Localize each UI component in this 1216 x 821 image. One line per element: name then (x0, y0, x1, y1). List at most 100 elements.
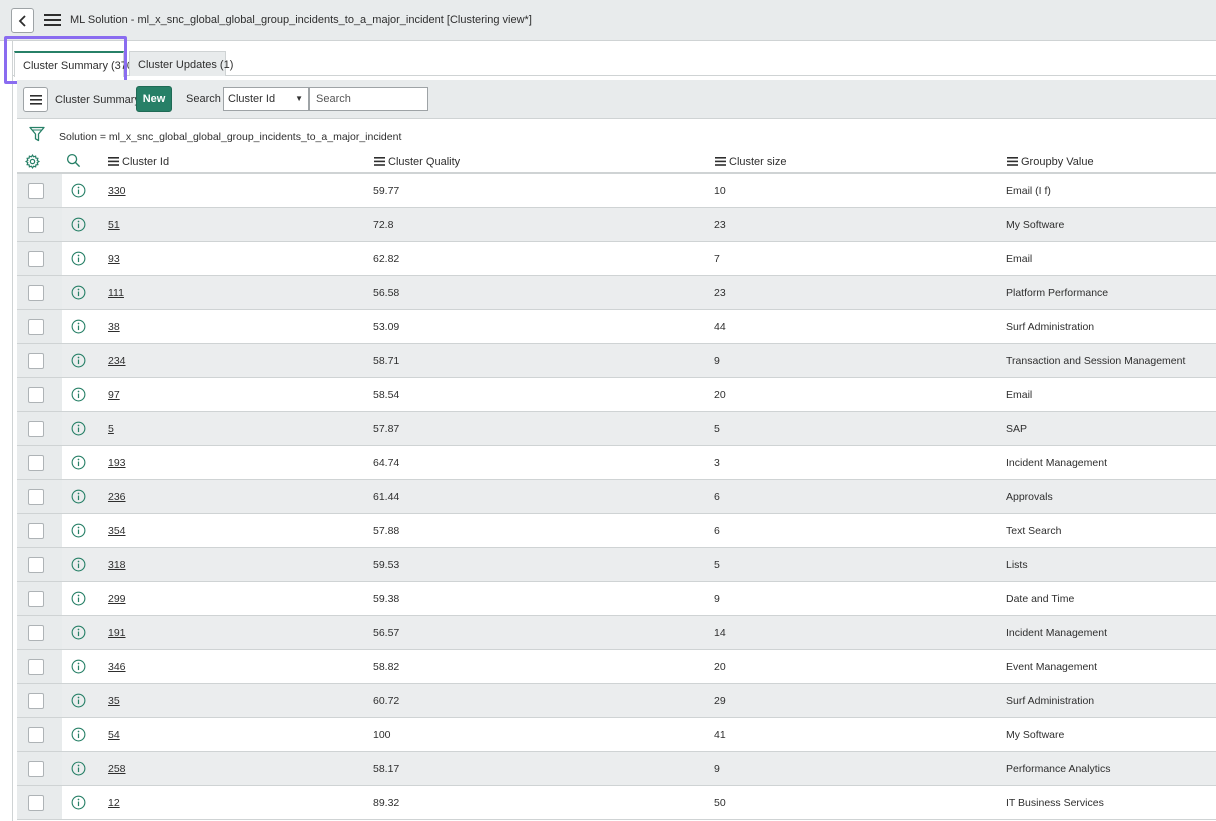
cluster-id-link[interactable]: 299 (108, 593, 126, 605)
info-icon[interactable] (71, 251, 86, 266)
cluster-id-link[interactable]: 111 (108, 287, 124, 299)
cluster-id-link[interactable]: 354 (108, 525, 126, 537)
tab-cluster-updates[interactable]: Cluster Updates (1) (129, 51, 233, 76)
info-icon[interactable] (71, 659, 86, 674)
column-menu-icon[interactable] (1007, 157, 1018, 166)
info-icon[interactable] (71, 183, 86, 198)
groupby-value-cell: Lists (1006, 559, 1028, 571)
groupby-value-cell: Surf Administration (1006, 321, 1095, 333)
cluster-id-link[interactable]: 38 (108, 321, 120, 333)
row-checkbox[interactable] (28, 795, 44, 811)
cluster-id-link[interactable]: 51 (108, 219, 120, 231)
groupby-value-cell: Email (1006, 389, 1033, 401)
row-checkbox[interactable] (28, 591, 44, 607)
groupby-value-cell: Incident Management (1006, 457, 1107, 469)
cluster-id-link[interactable]: 97 (108, 389, 120, 401)
column-header-cluster-id[interactable]: Cluster Id (108, 156, 169, 168)
cluster-id-link[interactable]: 234 (108, 355, 126, 367)
checkbox-cell (17, 752, 62, 785)
search-icon[interactable] (66, 153, 81, 168)
info-icon[interactable] (71, 727, 86, 742)
groupby-value-cell: Incident Management (1006, 627, 1107, 639)
info-icon[interactable] (71, 795, 86, 810)
info-icon[interactable] (71, 489, 86, 504)
info-icon[interactable] (71, 217, 86, 232)
form-header: ML Solution - ml_x_snc_global_global_gro… (0, 0, 1216, 41)
info-icon[interactable] (71, 387, 86, 402)
tab-cluster-summary[interactable]: Cluster Summary (370) (14, 51, 137, 77)
row-checkbox[interactable] (28, 455, 44, 471)
row-checkbox[interactable] (28, 625, 44, 641)
row-checkbox[interactable] (28, 353, 44, 369)
info-icon[interactable] (71, 455, 86, 470)
info-icon[interactable] (71, 625, 86, 640)
filter-icon[interactable] (29, 126, 45, 142)
row-checkbox[interactable] (28, 387, 44, 403)
column-menu-icon[interactable] (374, 157, 385, 166)
row-checkbox[interactable] (28, 319, 44, 335)
cluster-id-link[interactable]: 54 (108, 729, 120, 741)
cluster-id-link[interactable]: 5 (108, 423, 114, 435)
cluster-size-cell: 23 (714, 287, 726, 299)
info-icon[interactable] (71, 319, 86, 334)
info-icon[interactable] (71, 557, 86, 572)
column-menu-icon[interactable] (715, 157, 726, 166)
checkbox-cell (17, 480, 62, 513)
cluster-id-link[interactable]: 318 (108, 559, 126, 571)
cluster-id-link[interactable]: 346 (108, 661, 126, 673)
table-row: 35 60.72 29 Surf Administration (17, 684, 1216, 718)
row-checkbox[interactable] (28, 557, 44, 573)
cluster-id-link[interactable]: 193 (108, 457, 126, 469)
back-button[interactable] (11, 8, 34, 33)
row-checkbox[interactable] (28, 693, 44, 709)
column-header-cluster-size[interactable]: Cluster size (715, 156, 786, 168)
cluster-size-cell: 6 (714, 525, 720, 537)
row-checkbox[interactable] (28, 251, 44, 267)
column-header-groupby-value[interactable]: Groupby Value (1007, 156, 1094, 168)
cluster-id-link[interactable]: 191 (108, 627, 126, 639)
checkbox-cell (17, 276, 62, 309)
cluster-quality-cell: 59.77 (373, 185, 400, 197)
search-input[interactable] (309, 87, 428, 111)
column-header-cluster-quality[interactable]: Cluster Quality (374, 156, 460, 168)
new-button[interactable]: New (136, 86, 172, 112)
row-checkbox[interactable] (28, 659, 44, 675)
cluster-id-link[interactable]: 93 (108, 253, 120, 265)
cluster-id-link[interactable]: 330 (108, 185, 126, 197)
info-icon[interactable] (71, 421, 86, 436)
row-checkbox[interactable] (28, 285, 44, 301)
info-icon[interactable] (71, 285, 86, 300)
row-checkbox[interactable] (28, 523, 44, 539)
cluster-quality-cell: 53.09 (373, 321, 400, 333)
info-icon[interactable] (71, 523, 86, 538)
cluster-id-link[interactable]: 258 (108, 763, 126, 775)
cluster-quality-cell: 58.82 (373, 661, 400, 673)
column-menu-icon[interactable] (108, 157, 119, 166)
cluster-id-link[interactable]: 35 (108, 695, 120, 707)
table-row: 191 56.57 14 Incident Management (17, 616, 1216, 650)
row-checkbox[interactable] (28, 489, 44, 505)
row-checkbox[interactable] (28, 727, 44, 743)
cluster-id-link[interactable]: 236 (108, 491, 126, 503)
row-checkbox[interactable] (28, 183, 44, 199)
search-field-select[interactable]: Cluster Id ▼ (223, 87, 309, 111)
info-icon[interactable] (71, 693, 86, 708)
column-label: Cluster Quality (388, 156, 461, 168)
cluster-id-link[interactable]: 12 (108, 797, 120, 809)
table-row: 111 56.58 23 Platform Performance (17, 276, 1216, 310)
cluster-size-cell: 41 (714, 729, 726, 741)
gear-icon[interactable] (25, 154, 40, 169)
view-name: [Clustering view*] (446, 14, 532, 26)
row-checkbox[interactable] (28, 421, 44, 437)
hamburger-icon[interactable] (44, 14, 62, 28)
row-checkbox[interactable] (28, 217, 44, 233)
filter-condition[interactable]: Solution = ml_x_snc_global_global_group_… (59, 131, 401, 143)
row-checkbox[interactable] (28, 761, 44, 777)
info-icon[interactable] (71, 353, 86, 368)
cluster-quality-cell: 57.87 (373, 423, 400, 435)
info-icon[interactable] (71, 591, 86, 606)
info-icon[interactable] (71, 761, 86, 776)
table-row: 193 64.74 3 Incident Management (17, 446, 1216, 480)
groupby-value-cell: Approvals (1006, 491, 1053, 503)
list-menu-button[interactable] (23, 87, 48, 112)
